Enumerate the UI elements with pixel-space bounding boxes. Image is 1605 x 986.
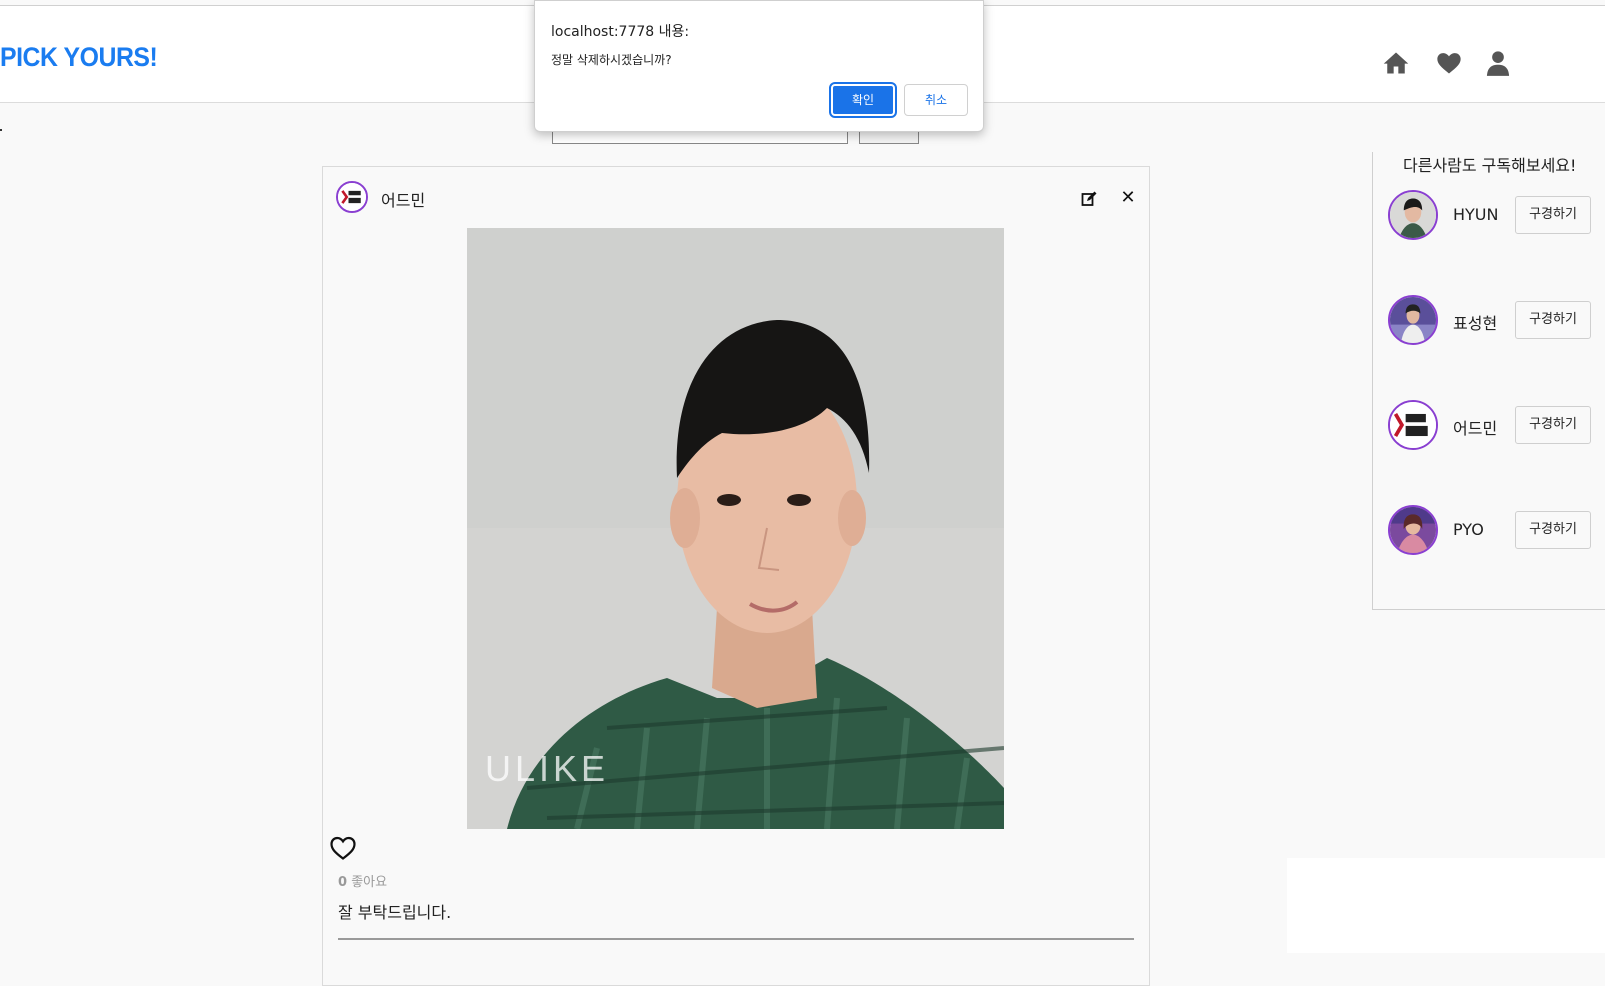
user-name[interactable]: HYUN (1453, 205, 1498, 224)
like-heart-icon[interactable] (329, 835, 357, 861)
user-name[interactable]: PYO (1453, 520, 1484, 539)
post-photo: ULIKE (467, 228, 1004, 829)
user-avatar[interactable] (1388, 190, 1438, 240)
edit-icon[interactable] (1081, 191, 1097, 207)
user-icon[interactable] (1484, 49, 1512, 77)
stray-dot (0, 129, 2, 131)
dialog-message: 정말 삭제하시겠습니까? (551, 53, 672, 67)
home-icon[interactable] (1382, 49, 1410, 77)
ok-button[interactable]: 확인 (829, 82, 897, 118)
suggestion-item: 어드민 구경하기 (1388, 400, 1605, 452)
post-author-name[interactable]: 어드민 (381, 187, 425, 211)
user-name[interactable]: 표성현 (1453, 310, 1497, 334)
user-avatar[interactable] (1388, 400, 1438, 450)
suggestion-title: 다른사람도 구독해보세요! (1403, 156, 1577, 175)
logo[interactable]: PICK YOURS! (0, 42, 158, 73)
delete-icon[interactable]: ✕ (1118, 188, 1138, 208)
post-caption: 잘 부탁드립니다. (338, 903, 452, 922)
user-avatar[interactable] (1388, 295, 1438, 345)
visit-button[interactable]: 구경하기 (1515, 301, 1591, 339)
heart-icon[interactable] (1435, 49, 1463, 77)
user-avatar[interactable] (1388, 505, 1438, 555)
dialog-title: localhost:7778 내용: (551, 24, 690, 40)
suggestion-panel: 다른사람도 구독해보세요! HYUN 구경하기 표성현 구경하기 어드민 구경하… (1372, 152, 1605, 610)
user-name[interactable]: 어드민 (1453, 415, 1497, 439)
visit-button[interactable]: 구경하기 (1515, 511, 1591, 549)
blank-panel (1287, 858, 1605, 953)
like-count: 0 좋아요 (338, 875, 388, 890)
visit-button[interactable]: 구경하기 (1515, 196, 1591, 234)
suggestion-item: 표성현 구경하기 (1388, 295, 1605, 347)
cancel-button[interactable]: 취소 (904, 84, 968, 116)
photo-watermark: ULIKE (485, 748, 610, 789)
post-author-avatar[interactable] (336, 181, 368, 213)
suggestion-item: PYO 구경하기 (1388, 505, 1605, 557)
confirm-dialog: localhost:7778 내용: 정말 삭제하시겠습니까? 확인 취소 (534, 0, 984, 132)
post-divider (338, 938, 1134, 940)
post-card: 어드민 ✕ ULIKE 0 좋아요 잘 부탁드립니다. (322, 166, 1150, 986)
suggestion-item: HYUN 구경하기 (1388, 190, 1605, 242)
visit-button[interactable]: 구경하기 (1515, 406, 1591, 444)
